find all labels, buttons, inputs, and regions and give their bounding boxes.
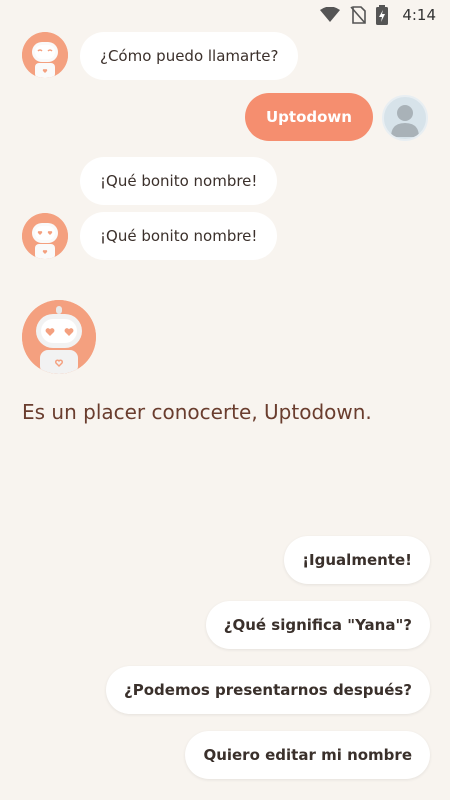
status-time: 4:14 bbox=[402, 6, 436, 24]
quick-reply-button[interactable]: ¿Podemos presentarnos después? bbox=[106, 666, 430, 714]
user-message: Uptodown bbox=[245, 93, 373, 141]
bot-avatar bbox=[22, 32, 68, 78]
wifi-icon bbox=[320, 7, 341, 23]
quick-reply-button[interactable]: ¡Igualmente! bbox=[284, 536, 430, 584]
bot-message: ¡Qué bonito nombre! bbox=[80, 157, 278, 205]
highlight-message: Es un placer conocerte, Uptodown. bbox=[22, 400, 372, 424]
bot-message: ¿Cómo puedo llamarte? bbox=[80, 32, 299, 80]
bot-message: ¡Qué bonito nombre! bbox=[80, 212, 278, 260]
battery-charging-icon bbox=[376, 5, 389, 25]
bot-avatar-large bbox=[22, 300, 96, 374]
quick-reply-button[interactable]: ¿Qué significa "Yana"? bbox=[205, 601, 430, 649]
bot-avatar bbox=[22, 213, 68, 259]
user-avatar bbox=[382, 95, 428, 141]
no-sim-icon bbox=[350, 6, 367, 24]
quick-reply-button[interactable]: Quiero editar mi nombre bbox=[185, 731, 430, 779]
status-bar: 4:14 bbox=[0, 0, 450, 30]
